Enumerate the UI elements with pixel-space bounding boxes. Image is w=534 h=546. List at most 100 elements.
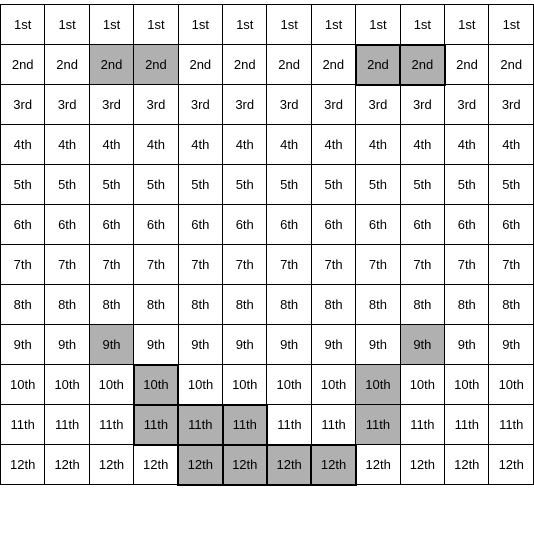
cell-8-9[interactable]: 9th <box>400 325 444 365</box>
cell-6-1[interactable]: 7th <box>45 245 89 285</box>
cell-0-6[interactable]: 1st <box>267 5 311 45</box>
cell-4-8[interactable]: 5th <box>356 165 400 205</box>
cell-11-0[interactable]: 12th <box>1 445 45 485</box>
cell-7-1[interactable]: 8th <box>45 285 89 325</box>
cell-9-9[interactable]: 10th <box>400 365 444 405</box>
cell-10-7[interactable]: 11th <box>311 405 355 445</box>
cell-9-5[interactable]: 10th <box>223 365 267 405</box>
cell-10-3[interactable]: 11th <box>134 405 178 445</box>
cell-4-3[interactable]: 5th <box>134 165 178 205</box>
cell-7-8[interactable]: 8th <box>356 285 400 325</box>
cell-11-4[interactable]: 12th <box>178 445 222 485</box>
cell-11-3[interactable]: 12th <box>134 445 178 485</box>
cell-1-8[interactable]: 2nd <box>356 45 400 85</box>
cell-10-2[interactable]: 11th <box>89 405 133 445</box>
cell-7-0[interactable]: 8th <box>1 285 45 325</box>
cell-5-8[interactable]: 6th <box>356 205 400 245</box>
cell-9-4[interactable]: 10th <box>178 365 222 405</box>
cell-6-10[interactable]: 7th <box>445 245 489 285</box>
cell-5-0[interactable]: 6th <box>1 205 45 245</box>
cell-0-9[interactable]: 1st <box>400 5 444 45</box>
cell-4-10[interactable]: 5th <box>445 165 489 205</box>
cell-2-2[interactable]: 3rd <box>89 85 133 125</box>
cell-7-4[interactable]: 8th <box>178 285 222 325</box>
cell-3-8[interactable]: 4th <box>356 125 400 165</box>
cell-5-2[interactable]: 6th <box>89 205 133 245</box>
cell-8-4[interactable]: 9th <box>178 325 222 365</box>
cell-11-2[interactable]: 12th <box>89 445 133 485</box>
cell-8-11[interactable]: 9th <box>489 325 534 365</box>
cell-9-1[interactable]: 10th <box>45 365 89 405</box>
cell-3-9[interactable]: 4th <box>400 125 444 165</box>
cell-11-1[interactable]: 12th <box>45 445 89 485</box>
cell-7-10[interactable]: 8th <box>445 285 489 325</box>
cell-7-7[interactable]: 8th <box>311 285 355 325</box>
cell-0-3[interactable]: 1st <box>134 5 178 45</box>
cell-3-2[interactable]: 4th <box>89 125 133 165</box>
cell-11-9[interactable]: 12th <box>400 445 444 485</box>
cell-2-6[interactable]: 3rd <box>267 85 311 125</box>
cell-3-1[interactable]: 4th <box>45 125 89 165</box>
cell-1-6[interactable]: 2nd <box>267 45 311 85</box>
cell-3-11[interactable]: 4th <box>489 125 534 165</box>
cell-4-11[interactable]: 5th <box>489 165 534 205</box>
cell-3-10[interactable]: 4th <box>445 125 489 165</box>
cell-1-5[interactable]: 2nd <box>223 45 267 85</box>
cell-4-0[interactable]: 5th <box>1 165 45 205</box>
cell-1-7[interactable]: 2nd <box>311 45 355 85</box>
cell-5-11[interactable]: 6th <box>489 205 534 245</box>
cell-6-4[interactable]: 7th <box>178 245 222 285</box>
cell-6-8[interactable]: 7th <box>356 245 400 285</box>
cell-2-10[interactable]: 3rd <box>445 85 489 125</box>
cell-4-6[interactable]: 5th <box>267 165 311 205</box>
cell-2-5[interactable]: 3rd <box>223 85 267 125</box>
cell-2-9[interactable]: 3rd <box>400 85 444 125</box>
cell-6-5[interactable]: 7th <box>223 245 267 285</box>
cell-11-5[interactable]: 12th <box>223 445 267 485</box>
cell-1-4[interactable]: 2nd <box>178 45 222 85</box>
cell-11-10[interactable]: 12th <box>445 445 489 485</box>
cell-4-5[interactable]: 5th <box>223 165 267 205</box>
cell-7-2[interactable]: 8th <box>89 285 133 325</box>
cell-4-1[interactable]: 5th <box>45 165 89 205</box>
cell-10-9[interactable]: 11th <box>400 405 444 445</box>
cell-2-3[interactable]: 3rd <box>134 85 178 125</box>
cell-11-8[interactable]: 12th <box>356 445 400 485</box>
cell-8-7[interactable]: 9th <box>311 325 355 365</box>
cell-11-6[interactable]: 12th <box>267 445 311 485</box>
cell-10-1[interactable]: 11th <box>45 405 89 445</box>
cell-8-10[interactable]: 9th <box>445 325 489 365</box>
cell-1-11[interactable]: 2nd <box>489 45 534 85</box>
cell-10-0[interactable]: 11th <box>1 405 45 445</box>
cell-10-5[interactable]: 11th <box>223 405 267 445</box>
cell-0-5[interactable]: 1st <box>223 5 267 45</box>
cell-8-2[interactable]: 9th <box>89 325 133 365</box>
cell-0-8[interactable]: 1st <box>356 5 400 45</box>
cell-1-10[interactable]: 2nd <box>445 45 489 85</box>
cell-3-4[interactable]: 4th <box>178 125 222 165</box>
cell-1-9[interactable]: 2nd <box>400 45 444 85</box>
cell-2-7[interactable]: 3rd <box>311 85 355 125</box>
cell-9-8[interactable]: 10th <box>356 365 400 405</box>
cell-0-2[interactable]: 1st <box>89 5 133 45</box>
cell-5-1[interactable]: 6th <box>45 205 89 245</box>
cell-9-10[interactable]: 10th <box>445 365 489 405</box>
cell-2-11[interactable]: 3rd <box>489 85 534 125</box>
cell-5-7[interactable]: 6th <box>311 205 355 245</box>
cell-3-7[interactable]: 4th <box>311 125 355 165</box>
cell-3-0[interactable]: 4th <box>1 125 45 165</box>
cell-9-7[interactable]: 10th <box>311 365 355 405</box>
cell-5-4[interactable]: 6th <box>178 205 222 245</box>
cell-6-6[interactable]: 7th <box>267 245 311 285</box>
cell-7-11[interactable]: 8th <box>489 285 534 325</box>
cell-7-3[interactable]: 8th <box>134 285 178 325</box>
cell-8-6[interactable]: 9th <box>267 325 311 365</box>
cell-6-11[interactable]: 7th <box>489 245 534 285</box>
cell-8-0[interactable]: 9th <box>1 325 45 365</box>
cell-3-6[interactable]: 4th <box>267 125 311 165</box>
cell-0-10[interactable]: 1st <box>445 5 489 45</box>
cell-7-6[interactable]: 8th <box>267 285 311 325</box>
cell-4-7[interactable]: 5th <box>311 165 355 205</box>
cell-6-0[interactable]: 7th <box>1 245 45 285</box>
cell-3-5[interactable]: 4th <box>223 125 267 165</box>
